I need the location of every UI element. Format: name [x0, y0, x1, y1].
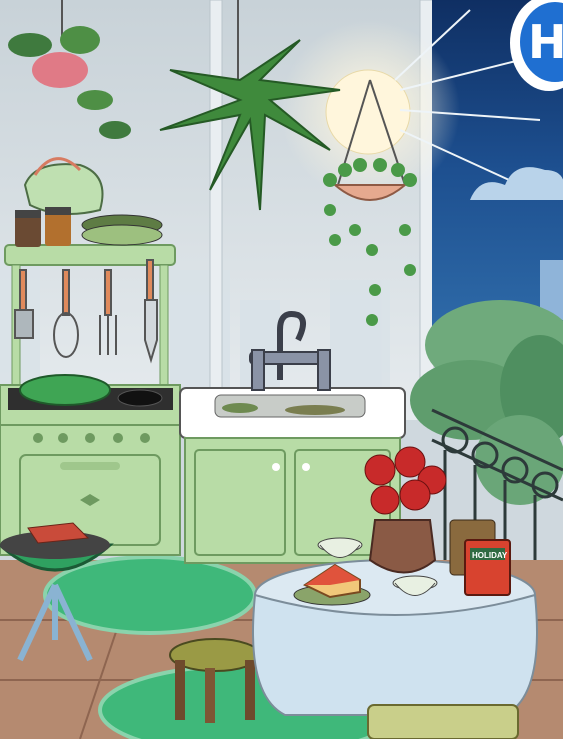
rug[interactable]: [43, 555, 257, 635]
holiday-book[interactable]: HOLIDAY: [464, 539, 511, 596]
stool[interactable]: [169, 638, 261, 723]
flower-vase[interactable]: [364, 446, 447, 574]
bench[interactable]: [367, 704, 519, 739]
plates-stack[interactable]: [81, 214, 163, 246]
window-post: [209, 0, 223, 401]
kitchen-scene: HOLIDAY: [0, 0, 563, 739]
sun: [325, 69, 411, 155]
stove[interactable]: [0, 374, 181, 556]
home-button-label: H: [528, 15, 563, 69]
home-button[interactable]: H: [510, 0, 563, 95]
book-title: HOLIDAY: [472, 551, 508, 560]
